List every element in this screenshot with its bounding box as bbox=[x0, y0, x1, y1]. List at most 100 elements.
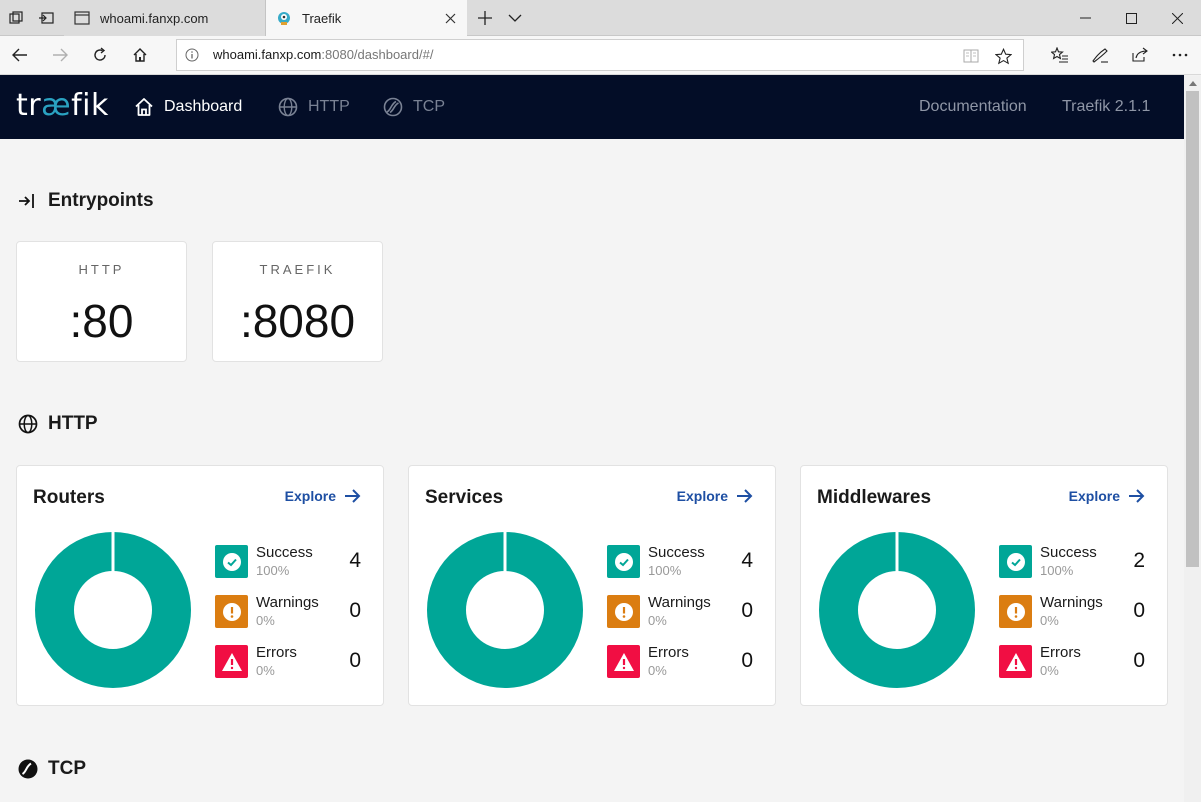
nav-http[interactable]: HTTP bbox=[278, 75, 350, 139]
legend-percent: 0% bbox=[1040, 613, 1059, 628]
favorites-hub-button[interactable] bbox=[1040, 36, 1080, 74]
explore-middlewares-link[interactable]: Explore bbox=[1069, 488, 1145, 504]
maximize-button[interactable] bbox=[1108, 0, 1154, 36]
card-title: Services bbox=[425, 487, 504, 508]
browser-tab-bar: whoami.fanxp.com Traefik bbox=[0, 0, 1201, 36]
home-icon bbox=[134, 97, 154, 117]
scroll-up-arrow-icon[interactable] bbox=[1184, 76, 1201, 91]
legend-percent: 0% bbox=[1040, 663, 1059, 678]
entrypoint-port: :8080 bbox=[239, 295, 356, 347]
tab-whoami[interactable]: whoami.fanxp.com bbox=[64, 0, 266, 36]
donut-chart bbox=[427, 532, 583, 688]
warning-icon bbox=[999, 595, 1032, 628]
close-icon bbox=[1171, 12, 1183, 24]
new-tab-button[interactable] bbox=[472, 0, 498, 36]
nav-dashboard[interactable]: Dashboard bbox=[134, 75, 242, 139]
legend-warnings: Warnings 0% 0 bbox=[999, 594, 1149, 629]
reading-view-icon[interactable] bbox=[961, 46, 981, 66]
logo-part: tr bbox=[16, 88, 42, 123]
legend-percent: 0% bbox=[648, 663, 667, 678]
nav-tcp[interactable]: TCP bbox=[383, 75, 445, 139]
card-title: Middlewares bbox=[817, 487, 932, 508]
tab-actions-button[interactable] bbox=[2, 0, 30, 36]
legend-count: 4 bbox=[741, 549, 753, 572]
forward-button[interactable] bbox=[40, 36, 80, 74]
error-icon bbox=[215, 645, 248, 678]
legend-errors: Errors 0% 0 bbox=[607, 644, 757, 679]
legend-count: 0 bbox=[741, 599, 753, 622]
site-info-icon[interactable] bbox=[185, 48, 199, 67]
back-button[interactable] bbox=[0, 36, 40, 74]
page-scrollbar-thumb[interactable] bbox=[1186, 91, 1199, 567]
chevron-down-icon bbox=[508, 14, 522, 22]
http-heading: HTTP bbox=[18, 413, 98, 435]
explore-label: Explore bbox=[284, 488, 336, 504]
minimize-button[interactable] bbox=[1062, 0, 1108, 36]
warning-icon bbox=[607, 595, 640, 628]
legend-label: Errors bbox=[256, 644, 297, 661]
logo-part: æ bbox=[41, 88, 72, 123]
legend-label: Errors bbox=[648, 644, 689, 661]
globe-icon bbox=[18, 414, 38, 434]
globe-icon bbox=[278, 97, 298, 117]
legend-count: 4 bbox=[349, 549, 361, 572]
legend-success: Success 100% 4 bbox=[215, 544, 365, 579]
legend-count: 2 bbox=[1133, 549, 1145, 572]
address-bar-row: whoami.fanxp.com:8080/dashboard/#/ bbox=[0, 36, 1201, 75]
add-notes-button[interactable] bbox=[1080, 36, 1120, 74]
close-tab-icon[interactable] bbox=[441, 9, 459, 27]
legend-count: 0 bbox=[1133, 599, 1145, 622]
routers-card: Routers Explore Success 100% 4 Warnings … bbox=[16, 465, 384, 706]
entrypoint-icon bbox=[18, 192, 38, 210]
legend-label: Errors bbox=[1040, 644, 1081, 661]
nav-label: TCP bbox=[413, 98, 445, 115]
nav-documentation-link[interactable]: Documentation bbox=[919, 75, 1027, 139]
settings-more-button[interactable] bbox=[1160, 36, 1200, 74]
entrypoint-name: HTTP bbox=[78, 262, 125, 277]
back-arrow-icon bbox=[12, 48, 27, 62]
legend-errors: Errors 0% 0 bbox=[999, 644, 1149, 679]
legend-errors: Errors 0% 0 bbox=[215, 644, 365, 679]
home-button[interactable] bbox=[120, 36, 160, 74]
error-icon bbox=[999, 645, 1032, 678]
check-icon bbox=[215, 545, 248, 578]
pen-icon bbox=[1092, 48, 1108, 63]
services-card: Services Explore Success 100% 4 Warnings… bbox=[408, 465, 776, 706]
url-path: :8080/dashboard/#/ bbox=[321, 47, 434, 62]
warning-icon bbox=[215, 595, 248, 628]
tcp-icon bbox=[18, 759, 38, 779]
legend-percent: 0% bbox=[256, 613, 275, 628]
dashboard-content: Entrypoints HTTP :80 TRAEFIK :8080 HTTP … bbox=[0, 139, 1184, 802]
set-tabs-aside-button[interactable] bbox=[32, 0, 60, 36]
share-button[interactable] bbox=[1120, 36, 1160, 74]
entrypoint-name: TRAEFIK bbox=[259, 262, 336, 277]
section-title-text: TCP bbox=[48, 758, 86, 779]
tab-title: Traefik bbox=[302, 10, 342, 26]
favorite-star-icon[interactable] bbox=[993, 46, 1013, 66]
legend-label: Success bbox=[648, 544, 705, 561]
traefik-logo[interactable]: træfik bbox=[16, 88, 109, 123]
explore-label: Explore bbox=[1068, 488, 1120, 504]
legend-count: 0 bbox=[1133, 649, 1145, 672]
url-text: whoami.fanxp.com:8080/dashboard/#/ bbox=[213, 47, 433, 62]
url-field[interactable]: whoami.fanxp.com:8080/dashboard/#/ bbox=[176, 39, 1024, 71]
check-icon bbox=[999, 545, 1032, 578]
tab-list-button[interactable] bbox=[502, 0, 528, 36]
legend-success: Success 100% 4 bbox=[607, 544, 757, 579]
page-icon bbox=[74, 11, 90, 25]
legend-warnings: Warnings 0% 0 bbox=[607, 594, 757, 629]
explore-routers-link[interactable]: Explore bbox=[285, 488, 361, 504]
legend-label: Warnings bbox=[256, 594, 319, 611]
close-window-button[interactable] bbox=[1154, 0, 1200, 36]
legend-label: Warnings bbox=[648, 594, 711, 611]
legend-percent: 100% bbox=[256, 563, 290, 578]
legend-label: Success bbox=[256, 544, 313, 561]
refresh-button[interactable] bbox=[80, 36, 120, 74]
tab-traefik[interactable]: Traefik bbox=[266, 0, 467, 36]
plus-icon bbox=[478, 11, 492, 25]
entrypoint-card-http: HTTP :80 bbox=[16, 241, 187, 362]
explore-services-link[interactable]: Explore bbox=[677, 488, 753, 504]
legend-label: Success bbox=[1040, 544, 1097, 561]
version-label: Traefik 2.1.1 bbox=[1062, 98, 1151, 115]
arrow-right-icon bbox=[344, 489, 361, 503]
